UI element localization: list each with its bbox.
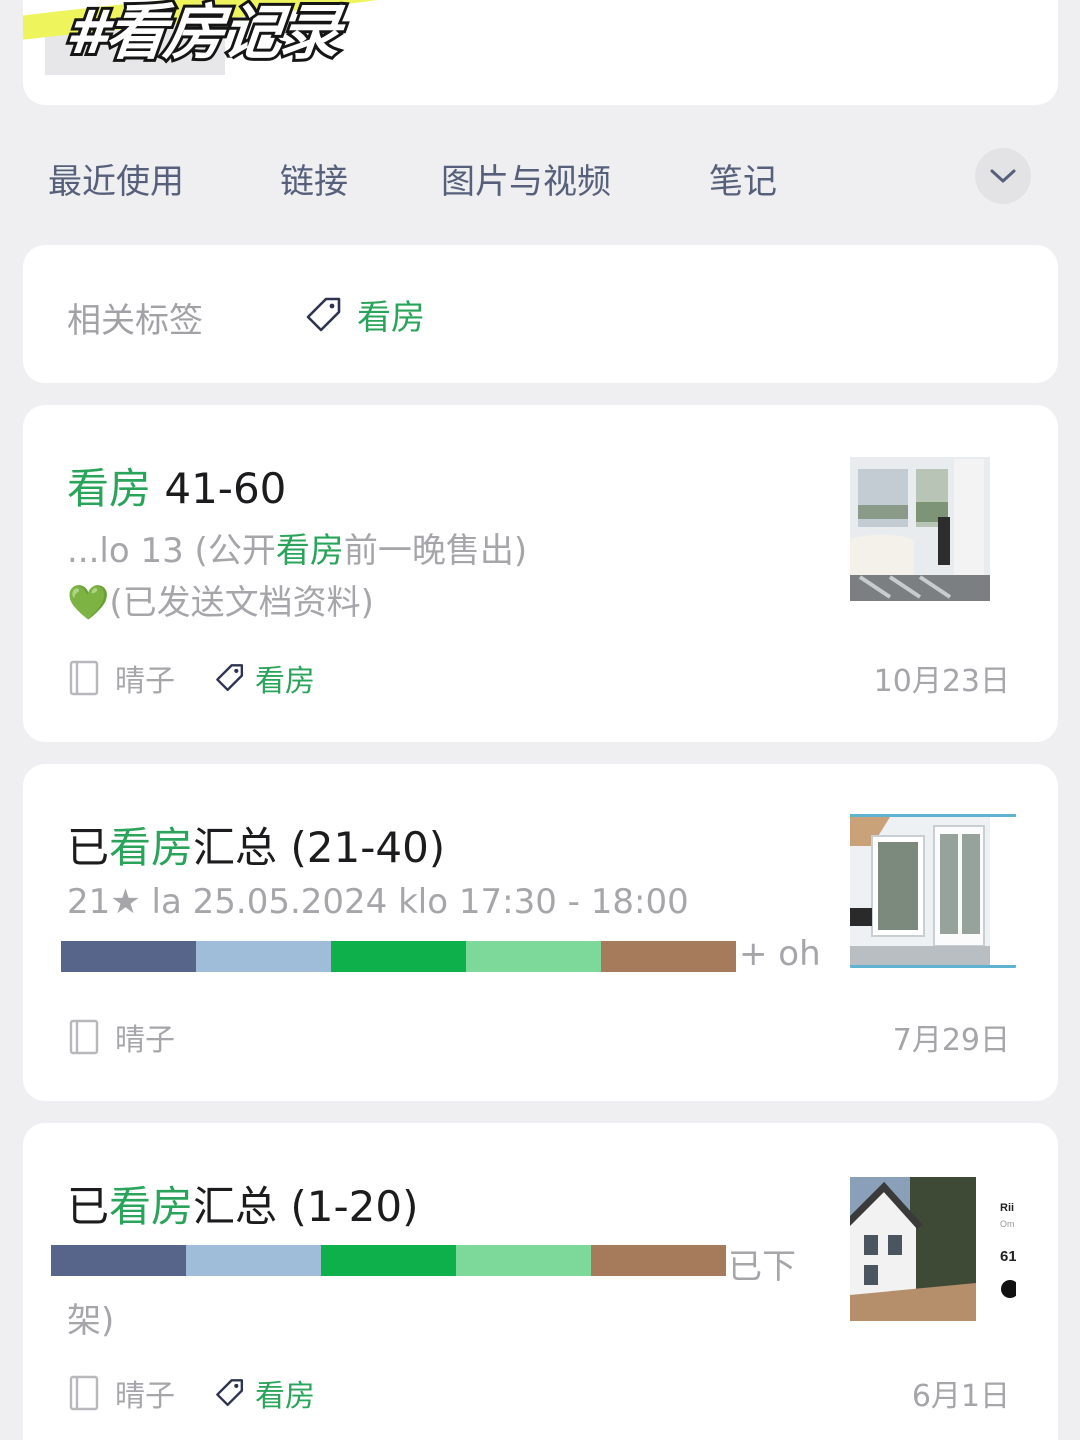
tag-icon <box>306 297 341 331</box>
note-date: 10月23日 <box>873 664 1010 699</box>
notebook-icon <box>69 1019 99 1055</box>
note-date: 6月1日 <box>911 1379 1010 1414</box>
bright-room-door-photo-icon <box>850 806 1016 972</box>
notebook-icon <box>69 660 99 696</box>
note-title: 看房 41-60 <box>67 464 287 513</box>
tab-recent[interactable]: 最近使用 <box>48 154 184 203</box>
svg-text:Om: Om <box>1000 1219 1015 1229</box>
note-snippet-line: 💚(已发送文档资料) <box>67 583 374 623</box>
banner-title: #看房记录 <box>60 0 345 71</box>
green-heart-emoji: 💚 <box>67 583 110 623</box>
note-tag[interactable]: 看房 <box>215 656 315 700</box>
house-exterior-photo-icon: Rii Om 61 <box>850 1165 1016 1331</box>
note-title: 已看房汇总 (1-20) <box>67 1182 419 1231</box>
note-tag[interactable]: 看房 <box>215 1371 315 1415</box>
note-thumbnail <box>850 806 1016 972</box>
note-snippet-line: 21★ la 25.05.2024 klo 17:30 - 18:00 <box>67 882 689 922</box>
tag-icon <box>216 1379 244 1407</box>
note-author: 晴子 <box>115 664 175 699</box>
tab-notes[interactable]: 笔记 <box>709 154 777 203</box>
note-card[interactable]: 看房 41-60 ...lo 13 (公开看房前一晚售出) 💚(已发送文档资料)… <box>23 405 1058 742</box>
living-room-photo-icon <box>850 447 1016 613</box>
color-bar-redaction <box>61 941 736 972</box>
related-tags-card: 相关标签 看房 <box>23 245 1058 383</box>
note-card[interactable]: 已看房汇总 (21-40) 21★ la 25.05.2024 klo 17:3… <box>23 764 1058 1101</box>
color-bar-redaction <box>51 1245 726 1276</box>
bar-suffix-text: + oh <box>739 934 821 974</box>
tag-icon <box>216 664 244 692</box>
note-title: 已看房汇总 (21-40) <box>67 823 446 872</box>
note-thumbnail: Rii Om 61 <box>850 1165 1016 1331</box>
note-card[interactable]: 已看房汇总 (1-20) 已下 架) Rii Om 61 晴子 看房 6月1日 <box>23 1123 1058 1440</box>
related-tag-label: 看房 <box>357 298 425 338</box>
tab-links[interactable]: 链接 <box>280 154 348 203</box>
note-meta: 晴子 看房 <box>69 656 315 700</box>
note-meta: 晴子 看房 <box>69 1371 315 1415</box>
related-tag-link[interactable]: 看房 <box>305 290 425 339</box>
note-snippet-line: 架) <box>67 1301 115 1341</box>
note-author: 晴子 <box>115 1023 175 1058</box>
chevron-down-icon <box>990 169 1016 183</box>
note-thumbnail <box>850 447 1016 613</box>
note-meta: 晴子 <box>69 1015 175 1059</box>
related-tags-label: 相关标签 <box>67 301 203 341</box>
note-author: 晴子 <box>115 1379 175 1414</box>
header-card: #看房记录 <box>23 0 1058 105</box>
note-snippet-line: ...lo 13 (公开看房前一晚售出) <box>67 531 528 571</box>
expand-tabs-button[interactable] <box>975 148 1031 204</box>
bar-suffix-text: 已下 <box>728 1247 796 1287</box>
note-date: 7月29日 <box>892 1023 1010 1058</box>
notebook-icon <box>69 1375 99 1411</box>
tab-images-videos[interactable]: 图片与视频 <box>441 154 611 203</box>
svg-text:Rii: Rii <box>1000 1202 1014 1214</box>
filter-tabs: 最近使用 链接 图片与视频 笔记 <box>0 140 1080 215</box>
svg-text:61: 61 <box>1000 1248 1016 1265</box>
